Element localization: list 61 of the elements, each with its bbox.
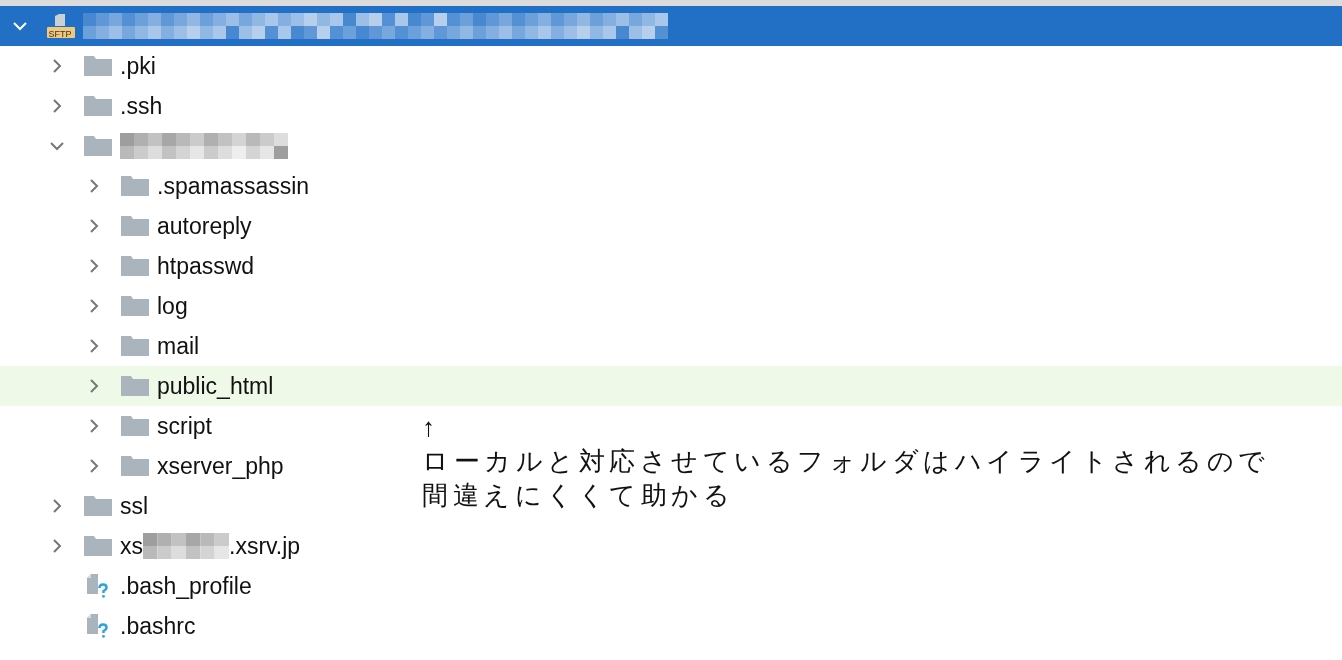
tree-row[interactable]: .ssh <box>0 86 400 126</box>
annotation-text: 間違えにくくて助かる <box>422 479 735 512</box>
tree-row[interactable]: xserver_php <box>0 446 400 486</box>
file-name: .xsrv.jp <box>229 532 301 560</box>
folder-name: xserver_php <box>157 452 284 480</box>
expand-chevron-icon[interactable] <box>87 299 101 313</box>
expand-chevron-icon[interactable] <box>50 539 64 553</box>
folder-icon <box>84 94 112 118</box>
folder-icon <box>84 54 112 78</box>
folder-name: autoreply <box>157 212 252 240</box>
tree-row[interactable]: script <box>0 406 400 446</box>
folder-name: .spamassassin <box>157 172 310 200</box>
folder-icon <box>121 254 149 278</box>
tree-row[interactable]: ssl <box>0 486 400 526</box>
folder-icon <box>84 134 112 158</box>
expand-chevron-icon[interactable] <box>50 499 64 513</box>
tree-row[interactable]: xs .xsrv.jp <box>0 526 400 566</box>
tree-row[interactable]: mail <box>0 326 400 366</box>
tree-row[interactable]: autoreply <box>0 206 400 246</box>
file-name: xs <box>120 532 143 560</box>
file-name: .bashrc <box>120 612 196 640</box>
tree-row[interactable]: .bash_profile <box>0 566 400 606</box>
folder-name: script <box>157 412 212 440</box>
folder-icon <box>121 374 149 398</box>
tree-row[interactable]: SFTP <box>0 6 1342 46</box>
folder-icon <box>121 454 149 478</box>
folder-icon <box>121 174 149 198</box>
tree-row[interactable]: public_html <box>0 366 1342 406</box>
folder-icon <box>84 534 112 558</box>
folder-name: .ssh <box>120 92 163 120</box>
folder-icon <box>121 214 149 238</box>
folder-name: htpasswd <box>157 252 255 280</box>
folder-name: public_html <box>157 372 274 400</box>
expand-chevron-icon[interactable] <box>87 419 101 433</box>
expand-chevron-icon[interactable] <box>50 99 64 113</box>
expand-chevron-icon[interactable] <box>87 259 101 273</box>
tree-row[interactable]: .spamassassin <box>0 166 400 206</box>
folder-name: log <box>157 292 188 320</box>
tree-row[interactable]: .bashrc <box>0 606 400 646</box>
expand-chevron-icon[interactable] <box>87 379 101 393</box>
expand-chevron-icon[interactable] <box>50 59 64 73</box>
tree-row[interactable]: .pki <box>0 46 400 86</box>
annotation-text: ローカルと対応させているフォルダはハイライトされるので <box>422 445 1270 478</box>
folder-name: mail <box>157 332 200 360</box>
collapse-chevron-icon[interactable] <box>13 19 27 33</box>
collapse-chevron-icon[interactable] <box>50 139 64 153</box>
folder-icon <box>121 414 149 438</box>
folder-name: .pki <box>120 52 156 80</box>
folder-icon <box>121 334 149 358</box>
folder-icon <box>84 494 112 518</box>
expand-chevron-icon[interactable] <box>87 459 101 473</box>
tree-row[interactable]: log <box>0 286 400 326</box>
folder-icon <box>121 294 149 318</box>
folder-name: ssl <box>120 492 149 520</box>
expand-chevron-icon[interactable] <box>87 179 101 193</box>
file-name: .bash_profile <box>120 572 252 600</box>
annotation-arrow: ↑ <box>422 411 441 444</box>
sftp-badge-text: SFTP <box>48 28 72 38</box>
tree-row[interactable]: htpasswd <box>0 246 400 286</box>
expand-chevron-icon[interactable] <box>87 219 101 233</box>
expand-chevron-icon[interactable] <box>87 339 101 353</box>
